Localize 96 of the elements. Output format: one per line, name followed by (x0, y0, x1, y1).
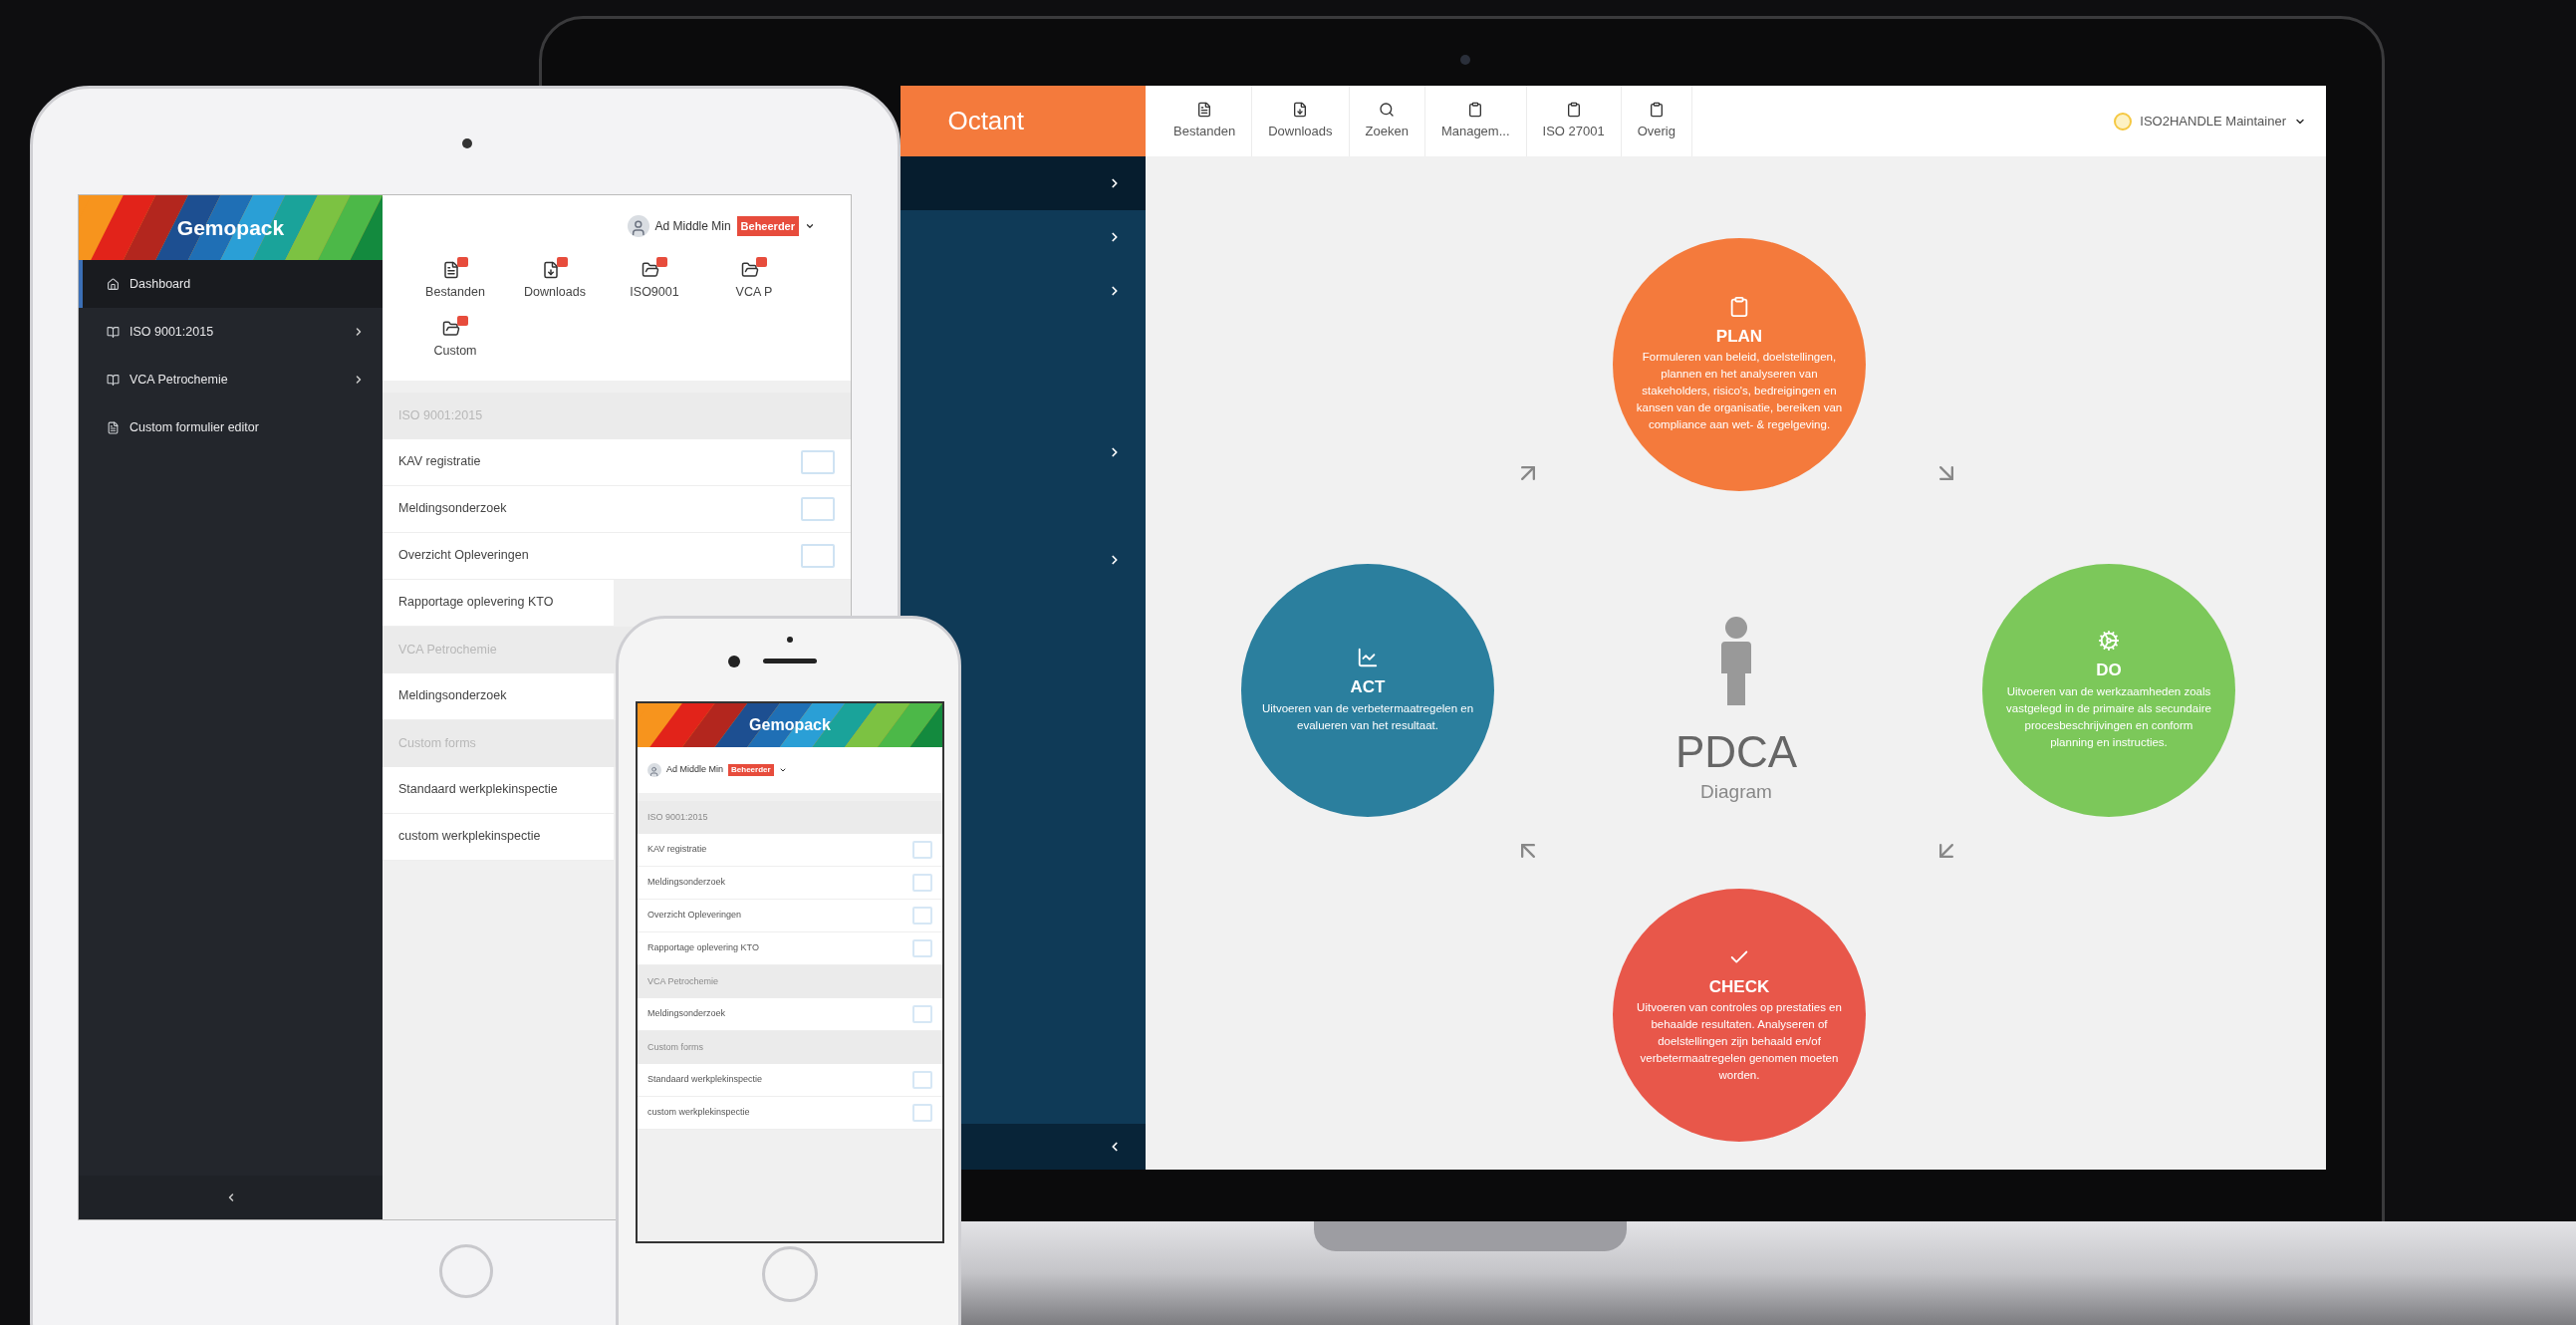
clipboard-icon (1565, 101, 1582, 118)
shortcut-button[interactable]: Custom (405, 315, 505, 361)
download-icon (1292, 101, 1309, 118)
list-row[interactable]: Standaard werkplekinspectie (383, 766, 614, 814)
clipboard-icon (1467, 101, 1484, 118)
row-action-button[interactable] (801, 449, 835, 474)
role-badge: Beheerder (736, 215, 799, 237)
document-icon (442, 261, 460, 279)
list-row[interactable]: Rapportage oplevering KTO (638, 932, 942, 965)
folder-icon (741, 261, 759, 279)
home-icon (107, 277, 120, 291)
list-row[interactable]: Overzicht Opleveringen (638, 900, 942, 932)
user-icon (2114, 112, 2133, 131)
phase-title: CHECK (1708, 975, 1770, 998)
row-action-button[interactable] (801, 543, 835, 568)
sidebar-item[interactable] (901, 156, 1146, 210)
list-row[interactable]: Meldingsonderzoek (638, 867, 942, 900)
home-button[interactable] (439, 1244, 493, 1298)
count-badge (557, 257, 568, 267)
list-row[interactable]: Meldingsonderzoek (638, 998, 942, 1031)
phase-title: ACT (1350, 676, 1386, 699)
toolbar-button[interactable]: Bestanden (1158, 86, 1253, 156)
avatar-icon (647, 763, 661, 777)
search-icon (1379, 101, 1396, 118)
row-action-button[interactable] (912, 1104, 932, 1122)
row-action-button[interactable] (912, 1071, 932, 1089)
brand-name: Octant (947, 105, 1024, 137)
list-row[interactable]: Standaard werkplekinspectie (638, 1064, 942, 1097)
row-action-button[interactable] (912, 841, 932, 859)
toolbar-button[interactable]: Zoeken (1349, 86, 1425, 156)
count-badge (656, 257, 667, 267)
row-action-button[interactable] (801, 496, 835, 521)
home-button[interactable] (762, 1246, 818, 1302)
toolbar-button[interactable]: ISO 27001 (1526, 86, 1622, 156)
role-badge: Beheerder (728, 764, 774, 776)
phase-description: Formuleren van beleid, doelstellingen, plannen en het analyseren van stakeholders, risico's, bedreigingen en kansen van de organisatie, bereiken van compliance aan wet- & regelgeving. (1635, 350, 1844, 433)
caret-icon (778, 766, 787, 774)
count-badge (457, 315, 468, 326)
document-icon (1196, 101, 1213, 118)
phase-description: Uitvoeren van controles op prestaties en behaalde resultaten. Analyseren of doelstellingen zijn behaald en/of verbetermaatregelen genomen moeten worden. (1636, 1000, 1843, 1084)
diagram-subtitle: Diagram (1700, 780, 1772, 804)
row-action-button[interactable] (912, 1005, 932, 1023)
shortcut-button[interactable]: VCA P (704, 257, 804, 302)
section-header: VCA Petrochemie (638, 965, 942, 998)
row-action-button[interactable] (912, 907, 932, 925)
book-icon (107, 373, 120, 387)
speaker-icon (763, 659, 817, 663)
shortcut-button[interactable]: Downloads (505, 257, 605, 302)
book-icon (107, 325, 120, 339)
collapse-bar[interactable] (79, 1176, 383, 1219)
camera-icon (787, 637, 793, 643)
toolbar-button[interactable]: Overig (1621, 86, 1692, 156)
menu-item[interactable]: VCA Petrochemie (79, 356, 383, 403)
clipboard-icon (1728, 295, 1750, 318)
row-action-button[interactable] (912, 874, 932, 892)
toolbar-button[interactable]: Managem... (1424, 86, 1527, 156)
shortcut-button[interactable]: ISO9001 (605, 257, 704, 302)
menu-item[interactable]: Custom formulier editor (79, 403, 383, 451)
list-row[interactable]: custom werkplekinspectie (383, 813, 614, 861)
list-row[interactable]: custom werkplekinspectie (638, 1097, 942, 1130)
toolbar-button[interactable]: Downloads (1252, 86, 1350, 156)
camera-icon (728, 656, 740, 667)
list-row[interactable]: Meldingsonderzoek (383, 485, 851, 533)
list-row[interactable]: Meldingsonderzoek (383, 672, 614, 720)
phase-description: Uitvoeren van de werkzaamheden zoals vastgelegd in de primaire als secundaire procesbeschrijvingen en conform planning en instructies. (2005, 683, 2212, 750)
chart-icon (1357, 647, 1379, 669)
user-menu[interactable]: ISO2HANDLE Maintainer (2114, 111, 2306, 132)
list-row[interactable]: Rapportage oplevering KTO (383, 579, 614, 627)
diagram-title: PDCA (1674, 726, 1798, 778)
avatar-icon (627, 215, 649, 237)
list-row[interactable]: KAV registratie (638, 834, 942, 867)
brand-name: Gemopack (176, 214, 285, 241)
folder-icon (642, 261, 659, 279)
list-row[interactable]: KAV registratie (383, 438, 851, 486)
section-header: Custom forms (638, 1031, 942, 1064)
phase-title: DO (2096, 660, 2122, 682)
count-badge (756, 257, 767, 267)
camera-icon (1460, 55, 1470, 65)
gears-icon (2098, 630, 2120, 653)
count-badge (457, 257, 468, 267)
collapse-bar[interactable] (961, 1124, 1146, 1170)
section-header: ISO 9001:2015 (638, 801, 942, 834)
document-icon (107, 420, 120, 434)
row-action-button[interactable] (912, 939, 932, 957)
caret-icon (805, 221, 815, 231)
clipboard-icon (1648, 101, 1665, 118)
folder-icon (442, 319, 460, 338)
menu-item[interactable]: Dashboard (79, 260, 383, 308)
user-name: Ad Middle Min (654, 218, 731, 235)
phase-title: PLAN (1715, 325, 1763, 348)
download-icon (542, 261, 560, 279)
shortcut-button[interactable]: Bestanden (405, 257, 505, 302)
list-row[interactable]: Overzicht Opleveringen (383, 532, 851, 580)
menu-item[interactable]: ISO 9001:2015 (79, 308, 383, 356)
camera-icon (462, 138, 472, 148)
phase-description: Uitvoeren van de verbetermaatregelen en evalueren van het resultaat. (1261, 700, 1474, 733)
